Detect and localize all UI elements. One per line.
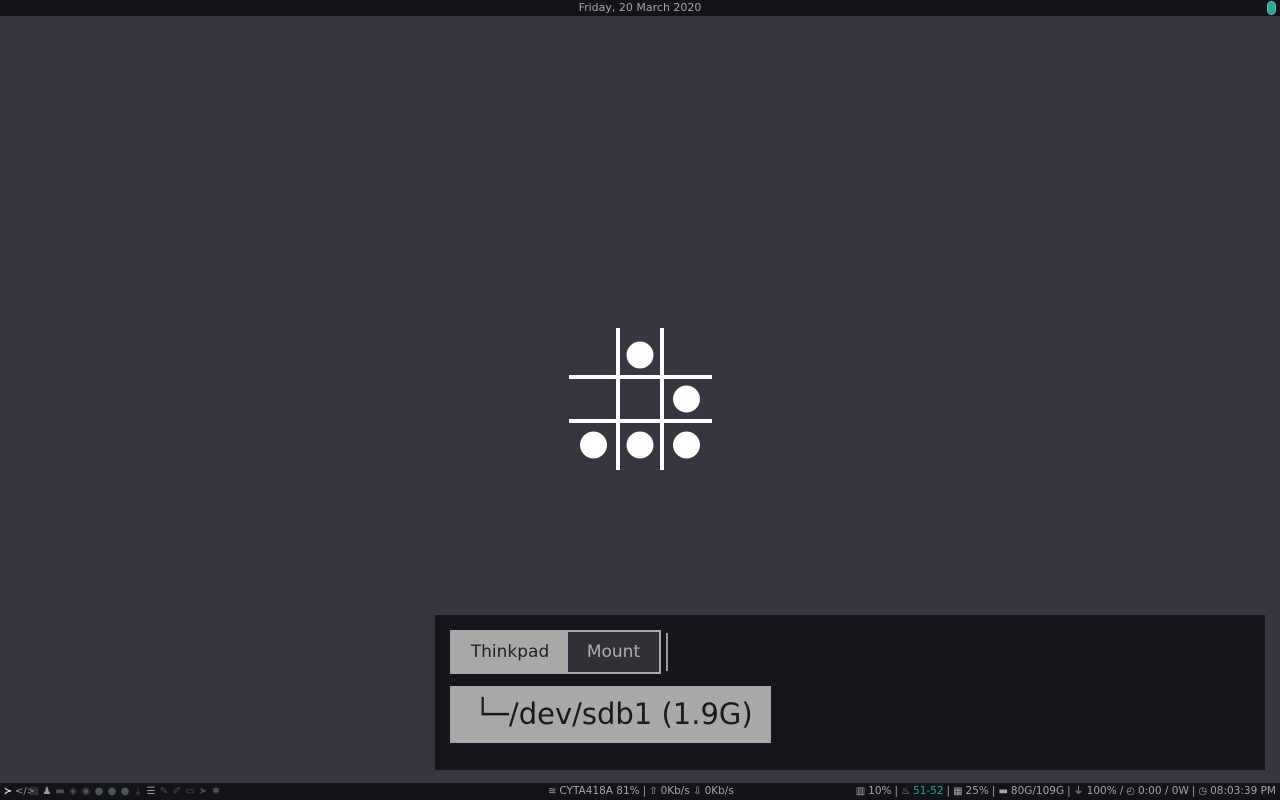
separator: | [894,785,899,797]
mode-tabs: Thinkpad Mount [450,630,661,674]
tab-mount[interactable]: Mount [568,632,659,672]
pen-icon[interactable]: ✎ [158,784,170,800]
clock-icon: ◷ [1198,786,1208,797]
top-bar: Friday, 20 March 2020 [0,0,1280,16]
separator: | [642,785,647,797]
download-speed: 0Kb/s [704,785,734,797]
folder-icon[interactable]: ▬ [54,784,66,800]
upload-icon: ⇧ [649,786,658,797]
separator: / [1119,785,1124,797]
sliders-icon[interactable]: ☰ [145,784,157,800]
tab-thinkpad[interactable]: Thinkpad [452,632,568,672]
database-icon[interactable]: ◉ [80,784,92,800]
input-cursor[interactable] [666,633,668,671]
separator: | [1191,785,1196,797]
terminal-icon[interactable]: ≻ [2,784,14,800]
download-icon[interactable]: ⤓ [132,784,144,800]
edit-icon[interactable]: ✐ [171,784,183,800]
inbox-icon[interactable]: ▭ [184,784,196,800]
stopwatch-icon: ◴ [1126,786,1135,797]
fire-icon: ♨ [901,786,911,797]
cpu-icon: ▥ [855,786,866,797]
wifi-label: CYTA418A 81% [559,785,640,797]
bottom-bar: ≻ </> ▤ ♟ ▬ ◈ ◉ ● ● ● ⤓ ☰ ✎ ✐ ▭ ➤ ✱ ≋ CYTA418A 81% | ⇧ 0Kb/s… [0,783,1280,800]
rofi-menu: Thinkpad Mount └─/dev/sdb1 (1.9G) [435,615,1265,770]
separator: | [1067,785,1071,797]
wifi-icon: ≋ [548,786,557,797]
hdd-icon: ▬ [998,786,1008,797]
circle-icon[interactable]: ● [106,784,118,800]
power-draw: 0:00 / 0W [1137,785,1189,797]
settings-icon[interactable]: ✱ [210,784,222,800]
tray-status-icon[interactable] [1267,1,1276,15]
circle-icon[interactable]: ● [119,784,131,800]
memory-icon: ▦ [953,786,963,797]
date-label: Friday, 20 March 2020 [578,1,702,14]
download-icon: ⇩ [693,786,702,797]
battery-level: 100% [1086,785,1117,797]
wallpaper-logo-icon [569,328,712,470]
cube-icon[interactable]: ◈ [67,784,79,800]
cpu-usage: 10% [868,785,892,797]
separator: | [991,785,996,797]
code-icon[interactable]: </> [15,784,35,800]
user-secret-icon[interactable]: ♟ [41,784,53,800]
system-status: ▥ 10% | ♨ 51-52 | ▦ 25% | ▬ 80G/109G | ⏚ 100% / ◴ 0:00 /… [856,783,1276,800]
document-icon[interactable]: ▤ [28,784,40,800]
upload-speed: 0Kb/s [660,785,690,797]
separator: | [946,785,951,797]
workspace-list: ≻ </> ▤ ♟ ▬ ◈ ◉ ● ● ● ⤓ ☰ ✎ ✐ ▭ ➤ ✱ [2,783,222,800]
plug-icon: ⏚ [1073,786,1084,797]
clock-time: 08:03:39 PM [1210,785,1276,797]
send-icon[interactable]: ➤ [197,784,209,800]
temperature: 51-52 [913,785,944,797]
network-status: ≋ CYTA418A 81% | ⇧ 0Kb/s ⇩ 0Kb/s [548,783,734,800]
menu-entry-selected[interactable]: └─/dev/sdb1 (1.9G) [450,686,771,743]
disk-usage: 80G/109G [1010,785,1065,797]
memory-usage: 25% [965,785,989,797]
circle-icon[interactable]: ● [93,784,105,800]
